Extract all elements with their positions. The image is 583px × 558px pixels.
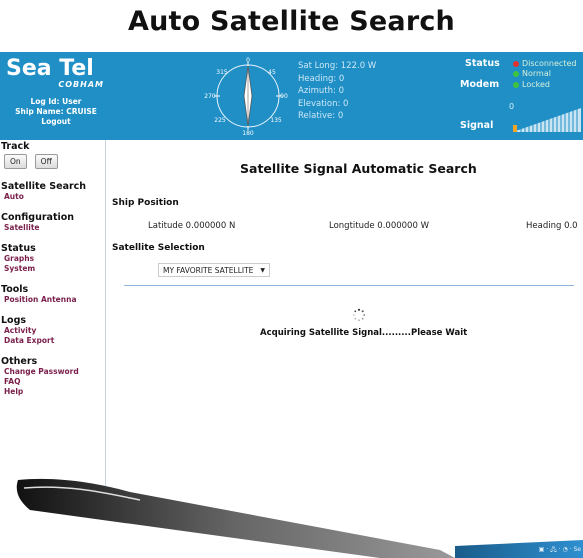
compass-dial: 0 45 90 135 180 225 270 315: [204, 57, 288, 137]
latitude-value: Latitude 0.000000 N: [148, 221, 236, 231]
sidebar-heading-logs: Logs: [1, 315, 27, 326]
chevron-down-icon: ▼: [260, 266, 265, 274]
modem-locked: Locked: [513, 80, 550, 89]
green-dot-icon: [513, 70, 519, 77]
sidebar-heading-others: Others: [1, 356, 38, 367]
acquiring-status-text: Acquiring Satellite Signal.........Pleas…: [260, 328, 468, 338]
track-off-button[interactable]: Off: [34, 154, 58, 169]
satellite-select[interactable]: MY FAVORITE SATELLITE ▼: [158, 263, 270, 277]
sea-tel-logo: Sea Tel: [6, 56, 94, 81]
sidebar-item-faq[interactable]: FAQ: [0, 377, 105, 387]
sidebar-item-data-export[interactable]: Data Export: [0, 336, 105, 346]
relative-readout: Relative: 0: [298, 111, 344, 121]
tick-180: 180: [242, 130, 254, 137]
logout-link[interactable]: Logout: [6, 117, 106, 127]
track-buttons: On Off: [0, 154, 105, 169]
heading-readout: Heading: 0: [298, 73, 345, 84]
sidebar-section-satellite-search: Satellite Search Auto: [0, 181, 105, 202]
sidebar-item-auto[interactable]: Auto: [0, 192, 105, 202]
tick-45: 45: [268, 69, 276, 76]
sidebar-item-satellite[interactable]: Satellite: [0, 223, 105, 233]
position-readouts: Sat Long: 122.0 W Heading: 0 Azimuth: 0 …: [298, 60, 376, 123]
page-title: Auto Satellite Search: [128, 6, 455, 37]
sidebar-heading-tools: Tools: [1, 284, 29, 295]
cobham-logo: COBHAM: [58, 80, 104, 89]
status-normal: Normal: [513, 69, 551, 78]
sidebar-item-change-password[interactable]: Change Password: [0, 367, 105, 377]
tick-225: 225: [214, 117, 226, 124]
sidebar-section-others: Others Change Password FAQ Help: [0, 356, 105, 397]
elevation-readout: Elevation: 0: [298, 98, 349, 109]
satellite-selection-heading: Satellite Selection: [112, 243, 205, 253]
heading-value: Heading 0.0: [526, 221, 578, 231]
sat-long-readout: Sat Long: 122.0 W: [298, 61, 377, 71]
signal-label: Signal: [460, 120, 494, 131]
ship-position-heading: Ship Position: [112, 198, 179, 208]
track-on-button[interactable]: On: [4, 154, 27, 169]
content-divider: [124, 285, 574, 286]
header-banner: Sea Tel COBHAM Log Id: User Ship Name: C…: [0, 52, 583, 140]
red-dot-icon: [513, 60, 519, 67]
tick-135: 135: [270, 117, 282, 124]
status-label: Status: [465, 58, 500, 69]
sidebar-item-graphs[interactable]: Graphs: [0, 254, 105, 264]
ship-name-text: Ship Name: CRUISE: [15, 107, 97, 116]
tick-90: 90: [280, 93, 288, 100]
status-disconnected: Disconnected: [513, 59, 576, 68]
modem-label: Modem: [460, 79, 500, 90]
log-id-text: Log Id: User: [30, 97, 82, 106]
sidebar-item-activity[interactable]: Activity: [0, 326, 105, 336]
green-dot-icon: [513, 81, 519, 88]
sidebar-section-track: Track On Off: [0, 141, 105, 169]
sidebar-heading-configuration: Configuration: [1, 212, 75, 223]
system-tray[interactable]: ▣ · 🖧 · ◔ · Se: [539, 545, 581, 555]
sidebar-section-tools: Tools Position Antenna: [0, 284, 105, 305]
signal-strength-icon: [513, 108, 581, 132]
sidebar-nav: Track On Off Satellite Search Auto Confi…: [0, 140, 106, 520]
brand-block: Sea Tel COBHAM Log Id: User Ship Name: C…: [6, 57, 106, 127]
tick-0: 0: [246, 57, 250, 64]
sidebar-section-status: Status Graphs System: [0, 243, 105, 274]
content-title: Satellite Signal Automatic Search: [240, 161, 477, 176]
sidebar-item-system[interactable]: System: [0, 264, 105, 274]
sidebar-heading-track: Track: [1, 141, 30, 152]
sidebar-heading-satellite-search: Satellite Search: [1, 181, 87, 192]
sidebar-section-logs: Logs Activity Data Export: [0, 315, 105, 346]
main-content: Satellite Signal Automatic Search Ship P…: [110, 140, 583, 520]
azimuth-readout: Azimuth: 0: [298, 86, 344, 96]
sidebar-item-position-antenna[interactable]: Position Antenna: [0, 295, 105, 305]
tick-315: 315: [216, 69, 228, 76]
tick-270: 270: [204, 93, 216, 100]
page-curl-decoration: [0, 478, 583, 558]
sidebar-item-help[interactable]: Help: [0, 387, 105, 397]
loading-spinner-icon: [353, 308, 366, 321]
satellite-select-value: MY FAVORITE SATELLITE: [163, 265, 254, 275]
sidebar-section-configuration: Configuration Satellite: [0, 212, 105, 233]
sidebar-heading-status: Status: [1, 243, 36, 254]
longitude-value: Longtitude 0.000000 W: [329, 221, 429, 231]
